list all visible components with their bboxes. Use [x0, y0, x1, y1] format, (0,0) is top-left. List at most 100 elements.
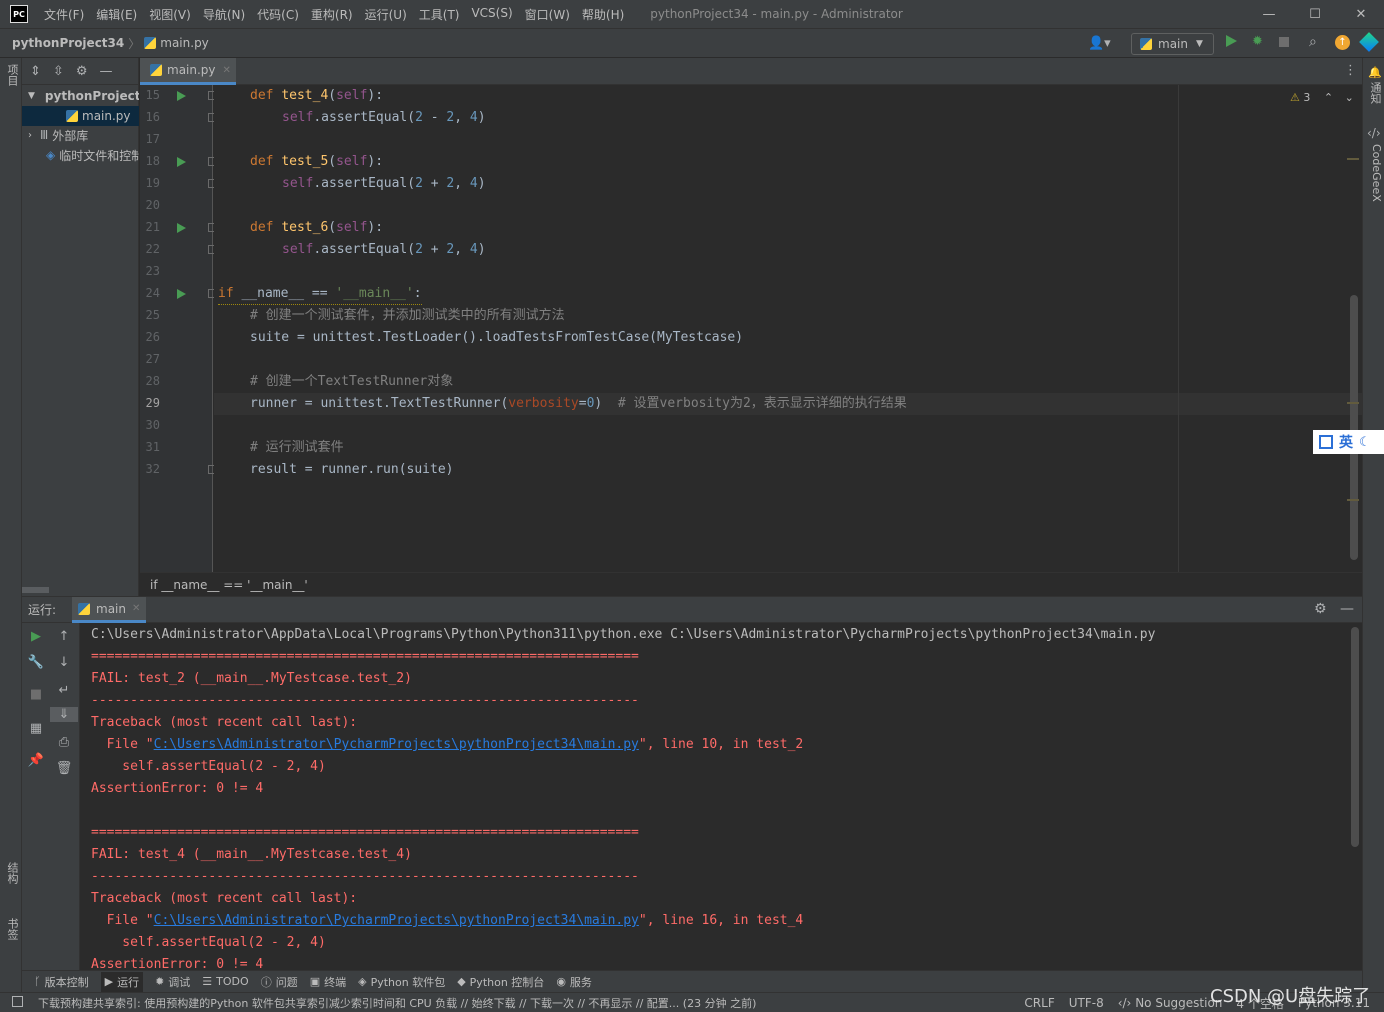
arrow-down-icon[interactable]: ↓ — [50, 655, 78, 670]
run-icon[interactable] — [1226, 35, 1237, 47]
structure-tool-tab[interactable]: 结构 — [2, 862, 20, 884]
gear-icon[interactable]: ⚙ — [1314, 601, 1327, 617]
hide-icon[interactable]: — — [1340, 601, 1354, 617]
hide-icon[interactable]: — — [99, 64, 112, 79]
error-stripe-mark[interactable] — [1347, 158, 1359, 160]
print-icon[interactable]: ⎙ — [50, 735, 78, 750]
tool-tab-vcs[interactable]: ᚴ 版本控制 — [34, 974, 89, 990]
debug-icon[interactable]: ✹ — [1252, 34, 1263, 49]
code-number: 4 — [469, 110, 478, 125]
tool-tab-python-console[interactable]: ◆ Python 控制台 — [457, 974, 544, 990]
python-icon — [78, 602, 90, 615]
codegeex-status-widget[interactable]: ‹/› No Suggestion — [1118, 996, 1223, 1010]
menu-help[interactable]: 帮助(H) — [582, 6, 624, 23]
tool-tab-python-packages[interactable]: ◈ Python 软件包 — [358, 974, 445, 990]
console-scrollbar[interactable] — [1351, 627, 1359, 847]
project-tool-tab[interactable]: 项目 — [2, 64, 20, 86]
breadcrumb-project[interactable]: pythonProject34 — [12, 36, 124, 50]
encoding-widget[interactable]: UTF-8 — [1069, 996, 1104, 1010]
error-stripe-mark[interactable] — [1347, 402, 1359, 404]
menu-view[interactable]: 视图(V) — [149, 6, 191, 23]
code-editor[interactable]: def test_4(self): self.assertEqual(2 - 2… — [214, 85, 1362, 572]
codegeex-tool-tab[interactable]: CodeGeeX — [1365, 144, 1383, 202]
run-configuration-select[interactable]: main ▼ — [1131, 33, 1214, 55]
scroll-to-end-icon[interactable]: ⇓ — [50, 707, 78, 722]
tool-tab-debug[interactable]: ✹ 调试 — [155, 974, 190, 990]
console-file-link[interactable]: C:\Users\Administrator\PycharmProjects\p… — [154, 913, 639, 928]
tool-tab-todo[interactable]: ☰ TODO — [202, 975, 248, 988]
project-tool-tab-label: 项目 — [6, 64, 19, 86]
ime-toolbar[interactable]: 英 ☾ — [1313, 430, 1384, 454]
maximize-button[interactable]: ☐ — [1292, 0, 1338, 28]
chevron-down-icon[interactable]: ⌄ — [1345, 91, 1354, 104]
stop-icon[interactable]: ■ — [22, 687, 50, 702]
menu-file[interactable]: 文件(F) — [44, 6, 84, 23]
pin-icon[interactable]: 📌 — [22, 753, 50, 768]
warning-icon: ⚠ — [1290, 91, 1300, 104]
tree-item-scratches[interactable]: ◈ 临时文件和控制台 — [22, 145, 139, 165]
run-tab-main[interactable]: main ✕ — [72, 597, 147, 623]
layout-icon[interactable]: ▦ — [22, 721, 50, 736]
arrow-up-icon[interactable]: ↑ — [50, 629, 78, 644]
line-number: 27 — [145, 352, 160, 366]
trash-icon[interactable]: 🗑 — [50, 761, 78, 776]
user-icon[interactable]: 👤▾ — [1088, 36, 1111, 51]
rerun-icon[interactable]: ▶ — [22, 629, 50, 644]
close-tab-icon[interactable]: ✕ — [223, 65, 231, 76]
editor-breadcrumb[interactable]: if __name__ == '__main__' — [140, 572, 1362, 596]
line-number: 24 — [145, 286, 160, 300]
tab-main-py[interactable]: main.py ✕ — [140, 58, 236, 85]
update-icon[interactable]: ↑ — [1335, 35, 1350, 50]
search-icon[interactable]: ⌕ — [1309, 34, 1317, 50]
collapse-all-icon[interactable]: ⇳ — [53, 64, 64, 79]
run-test-gutter-icon[interactable] — [177, 223, 186, 233]
inspection-widget[interactable]: ⚠ 3 ⌃ ⌄ — [1290, 91, 1354, 104]
python-file-icon — [144, 37, 157, 49]
tree-item-project-root[interactable]: ▼ pythonProject34 — [22, 86, 139, 106]
run-console[interactable]: C:\Users\Administrator\AppData\Local\Pro… — [81, 623, 1362, 970]
menu-vcs[interactable]: VCS(S) — [471, 6, 512, 23]
tree-item-external-libraries[interactable]: › Ⅲ 外部库 — [22, 125, 139, 145]
run-test-gutter-icon[interactable] — [177, 157, 186, 167]
chevron-up-icon[interactable]: ⌃ — [1324, 91, 1333, 104]
menu-tools[interactable]: 工具(T) — [419, 6, 460, 23]
menu-refactor[interactable]: 重构(R) — [311, 6, 353, 23]
line-separator-widget[interactable]: CRLF — [1024, 996, 1054, 1010]
tool-tab-run[interactable]: ▶ 运行 — [100, 971, 144, 992]
console-file-link[interactable]: C:\Users\Administrator\PycharmProjects\p… — [154, 737, 639, 752]
notifications-tool-tab[interactable]: 通知 — [1365, 82, 1383, 104]
code-parameter: verbosity — [508, 396, 579, 411]
soft-wrap-icon[interactable]: ↵ — [50, 683, 78, 698]
menu-edit[interactable]: 编辑(E) — [96, 6, 137, 23]
expand-all-icon[interactable]: ⇕ — [30, 64, 41, 79]
status-message[interactable]: 下载预构建共享索引: 使用预构建的Python 软件包共享索引减少索引时间和 C… — [38, 995, 756, 1011]
menu-code[interactable]: 代码(C) — [257, 6, 299, 23]
editor-scrollbar[interactable] — [1350, 295, 1358, 560]
jetbrains-toolbox-icon[interactable] — [1359, 32, 1379, 52]
code-function-name: test_4 — [281, 88, 329, 103]
window-toggle-icon[interactable] — [12, 996, 23, 1007]
tool-tab-label: 问题 — [275, 975, 298, 989]
stop-icon[interactable] — [1279, 37, 1289, 47]
run-main-gutter-icon[interactable] — [177, 289, 186, 299]
tree-item-main-py[interactable]: main.py — [22, 106, 139, 126]
menu-run[interactable]: 运行(U) — [365, 6, 407, 23]
tool-tab-services[interactable]: ◉ 服务 — [556, 974, 592, 990]
close-tab-icon[interactable]: ✕ — [132, 603, 140, 614]
breadcrumb-file[interactable]: main.py — [160, 36, 209, 50]
wrench-icon[interactable]: 🔧 — [22, 655, 50, 670]
tool-tab-terminal[interactable]: ▣ 终端 — [310, 974, 346, 990]
minimize-button[interactable]: — — [1246, 0, 1292, 28]
run-test-gutter-icon[interactable] — [177, 91, 186, 101]
menu-navigate[interactable]: 导航(N) — [203, 6, 245, 23]
info-icon: ⓘ — [260, 975, 272, 989]
menu-window[interactable]: 窗口(W) — [525, 6, 570, 23]
bookmarks-tool-tab[interactable]: 书签 — [2, 918, 20, 940]
list-icon: ☰ — [202, 975, 213, 988]
more-options-icon[interactable]: ⋮ — [1344, 63, 1357, 78]
close-button[interactable]: ✕ — [1338, 0, 1384, 28]
tool-tab-problems[interactable]: ⓘ 问题 — [261, 974, 298, 990]
horizontal-scrollbar[interactable] — [22, 587, 49, 593]
error-stripe-mark[interactable] — [1347, 499, 1359, 501]
gear-icon[interactable]: ⚙ — [76, 64, 88, 79]
